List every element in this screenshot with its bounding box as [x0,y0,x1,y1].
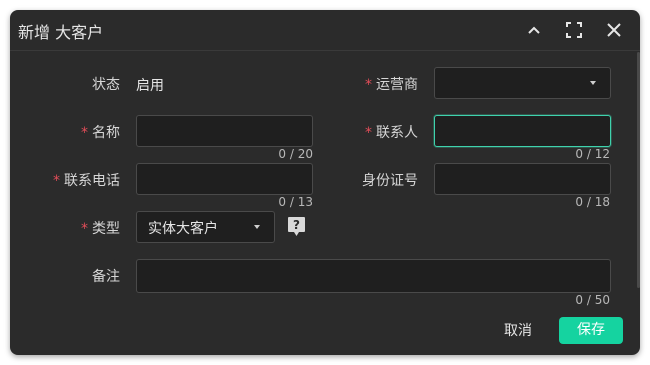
remark-counter: 0 / 50 [575,293,610,307]
fullscreen-button[interactable] [563,19,585,41]
add-customer-dialog: 新增 大客户 状态 启用 * 运营商 * 名称 0 / 20 * 联系人 0 /… [10,10,640,355]
name-label: * 名称 [81,125,120,141]
id-number-input[interactable] [434,163,611,195]
name-counter: 0 / 20 [278,147,313,161]
type-label: * 类型 [81,221,120,237]
status-value: 启用 [136,78,164,94]
phone-label: * 联系电话 [53,173,120,189]
type-select[interactable]: 实体大客户 [136,211,275,243]
help-button[interactable]: ? [287,216,306,237]
save-button[interactable]: 保存 [559,317,623,344]
caret-down-icon [254,225,260,229]
required-mark: * [53,173,60,189]
cancel-button[interactable]: 取消 [494,317,542,345]
type-select-value: 实体大客户 [148,221,218,237]
phone-counter: 0 / 13 [278,195,313,209]
dialog-titlebar: 新增 大客户 [10,10,640,51]
required-mark: * [365,125,372,141]
dialog-title: 新增 大客户 [18,23,104,42]
contact-label: * 联系人 [365,125,418,141]
contact-input[interactable] [434,115,611,147]
id-number-label: 身份证号 [362,173,418,189]
name-input[interactable] [136,115,313,147]
caret-down-icon [590,81,596,85]
remark-input[interactable] [136,259,611,293]
operator-select[interactable] [434,67,611,99]
required-mark: * [81,221,88,237]
close-button[interactable] [603,19,625,41]
operator-label: * 运营商 [365,77,418,93]
close-icon [607,23,621,37]
scrollbar[interactable] [637,52,640,288]
remark-label: 备注 [92,269,120,285]
help-icon: ? [288,217,305,236]
id-number-counter: 0 / 18 [575,195,610,209]
required-mark: * [365,77,372,93]
fullscreen-icon [566,22,582,38]
chevron-up-icon [528,26,540,34]
collapse-button[interactable] [523,19,545,41]
phone-input[interactable] [136,163,313,195]
contact-counter: 0 / 12 [575,147,610,161]
svg-text:?: ? [293,218,300,232]
status-label: 状态 [92,77,120,93]
required-mark: * [81,125,88,141]
